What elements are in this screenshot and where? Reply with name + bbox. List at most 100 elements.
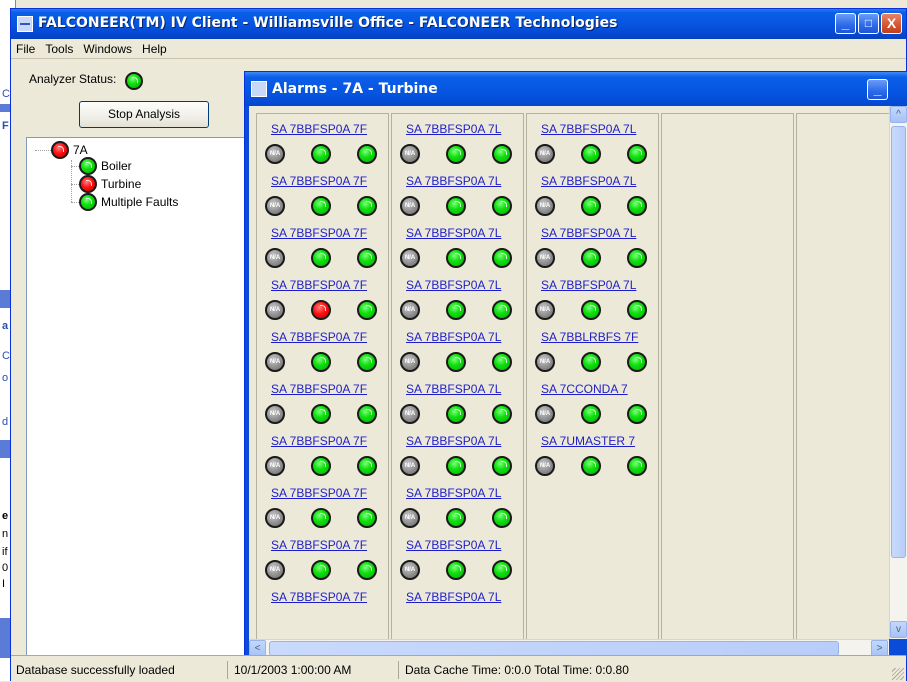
alarm-green-indicator[interactable] — [311, 352, 331, 372]
alarm-green-indicator[interactable] — [492, 352, 512, 372]
alarm-tag-link[interactable]: SA 7BBFSP0A 7L — [406, 538, 501, 552]
alarm-tag-link[interactable]: SA 7BBFSP0A 7L — [541, 278, 636, 292]
alarm-tag-link[interactable]: SA 7BBFSP0A 7F — [271, 278, 367, 292]
alarm-green-indicator[interactable] — [581, 456, 601, 476]
alarm-tag-link[interactable]: SA 7BBFSP0A 7F — [271, 226, 367, 240]
alarm-green-indicator[interactable] — [357, 196, 377, 216]
alarm-tag-link[interactable]: SA 7BBFSP0A 7F — [271, 122, 367, 136]
alarm-na-indicator[interactable]: N/A — [265, 508, 285, 528]
alarms-window-titlebar[interactable]: Alarms - 7A - Turbine _ — [245, 72, 907, 106]
alarm-na-indicator[interactable]: N/A — [535, 404, 555, 424]
window-titlebar[interactable]: FALCONEER(TM) IV Client - Williamsville … — [11, 9, 906, 39]
alarm-green-indicator[interactable] — [627, 456, 647, 476]
alarm-tag-link[interactable]: SA 7BBFSP0A 7L — [406, 122, 501, 136]
alarm-na-indicator[interactable]: N/A — [400, 248, 420, 268]
alarm-green-indicator[interactable] — [581, 300, 601, 320]
alarm-tag-link[interactable]: SA 7BBFSP0A 7L — [406, 278, 501, 292]
alarm-green-indicator[interactable] — [357, 560, 377, 580]
scroll-up-button[interactable]: ^ — [890, 106, 907, 123]
alarm-na-indicator[interactable]: N/A — [535, 456, 555, 476]
alarm-green-indicator[interactable] — [581, 196, 601, 216]
alarm-tag-link[interactable]: SA 7BBFSP0A 7L — [541, 226, 636, 240]
horizontal-scroll-thumb[interactable] — [269, 641, 839, 656]
alarm-green-indicator[interactable] — [581, 352, 601, 372]
alarm-red-indicator[interactable] — [311, 300, 331, 320]
alarm-green-indicator[interactable] — [492, 248, 512, 268]
alarm-green-indicator[interactable] — [492, 196, 512, 216]
alarm-green-indicator[interactable] — [627, 300, 647, 320]
alarm-tag-link[interactable]: SA 7UMASTER 7 — [541, 434, 635, 448]
alarm-green-indicator[interactable] — [627, 352, 647, 372]
vertical-scrollbar[interactable]: ^ v — [889, 106, 907, 639]
alarm-na-indicator[interactable]: N/A — [265, 196, 285, 216]
alarm-green-indicator[interactable] — [446, 508, 466, 528]
alarm-tag-link[interactable]: SA 7BBFSP0A 7F — [271, 330, 367, 344]
alarm-green-indicator[interactable] — [492, 560, 512, 580]
alarm-green-indicator[interactable] — [492, 508, 512, 528]
alarm-green-indicator[interactable] — [492, 300, 512, 320]
alarm-green-indicator[interactable] — [311, 404, 331, 424]
alarm-tag-link[interactable]: SA 7BBFSP0A 7L — [406, 434, 501, 448]
alarm-na-indicator[interactable]: N/A — [265, 404, 285, 424]
alarm-na-indicator[interactable]: N/A — [400, 404, 420, 424]
alarm-green-indicator[interactable] — [627, 404, 647, 424]
alarm-tag-link[interactable]: SA 7BBFSP0A 7L — [406, 226, 501, 240]
alarm-green-indicator[interactable] — [357, 508, 377, 528]
alarm-green-indicator[interactable] — [581, 144, 601, 164]
alarm-green-indicator[interactable] — [492, 144, 512, 164]
alarm-na-indicator[interactable]: N/A — [400, 456, 420, 476]
alarm-green-indicator[interactable] — [446, 196, 466, 216]
alarm-tag-link[interactable]: SA 7BBFSP0A 7L — [541, 174, 636, 188]
alarm-tag-link[interactable]: SA 7BBFSP0A 7L — [406, 330, 501, 344]
alarm-na-indicator[interactable]: N/A — [535, 352, 555, 372]
alarm-green-indicator[interactable] — [357, 456, 377, 476]
maximize-button[interactable]: □ — [858, 13, 879, 34]
alarm-na-indicator[interactable]: N/A — [265, 560, 285, 580]
alarm-tag-link[interactable]: SA 7CCONDA 7 — [541, 382, 628, 396]
vertical-scroll-thumb[interactable] — [891, 126, 906, 558]
close-button[interactable]: X — [881, 13, 902, 34]
alarm-green-indicator[interactable] — [446, 300, 466, 320]
menu-help[interactable]: Help — [137, 39, 172, 56]
alarm-tag-link[interactable]: SA 7BBLRBFS 7F — [541, 330, 638, 344]
alarm-green-indicator[interactable] — [627, 248, 647, 268]
minimize-button[interactable]: _ — [835, 13, 856, 34]
alarm-tag-link[interactable]: SA 7BBFSP0A 7F — [271, 174, 367, 188]
alarm-green-indicator[interactable] — [627, 144, 647, 164]
alarm-na-indicator[interactable]: N/A — [265, 248, 285, 268]
alarm-green-indicator[interactable] — [446, 352, 466, 372]
alarm-na-indicator[interactable]: N/A — [265, 352, 285, 372]
alarm-green-indicator[interactable] — [446, 560, 466, 580]
alarm-na-indicator[interactable]: N/A — [400, 144, 420, 164]
alarm-green-indicator[interactable] — [311, 196, 331, 216]
alarms-minimize-button[interactable]: _ — [867, 79, 888, 100]
alarm-na-indicator[interactable]: N/A — [535, 300, 555, 320]
alarm-tag-link[interactable]: SA 7BBFSP0A 7L — [406, 174, 501, 188]
alarm-na-indicator[interactable]: N/A — [400, 560, 420, 580]
alarm-green-indicator[interactable] — [492, 404, 512, 424]
menu-tools[interactable]: Tools — [40, 39, 78, 56]
alarm-green-indicator[interactable] — [311, 508, 331, 528]
alarm-tag-link[interactable]: SA 7BBFSP0A 7F — [271, 538, 367, 552]
alarm-tag-link[interactable]: SA 7BBFSP0A 7F — [271, 590, 367, 604]
alarm-na-indicator[interactable]: N/A — [535, 144, 555, 164]
alarm-green-indicator[interactable] — [492, 456, 512, 476]
alarm-green-indicator[interactable] — [627, 196, 647, 216]
alarm-tag-link[interactable]: SA 7BBFSP0A 7L — [406, 382, 501, 396]
alarm-na-indicator[interactable]: N/A — [265, 456, 285, 476]
alarm-na-indicator[interactable]: N/A — [265, 144, 285, 164]
alarm-na-indicator[interactable]: N/A — [400, 508, 420, 528]
alarm-tag-link[interactable]: SA 7BBFSP0A 7L — [406, 590, 501, 604]
alarm-tag-link[interactable]: SA 7BBFSP0A 7F — [271, 486, 367, 500]
alarm-green-indicator[interactable] — [581, 248, 601, 268]
alarm-tag-link[interactable]: SA 7BBFSP0A 7L — [406, 486, 501, 500]
alarm-na-indicator[interactable]: N/A — [265, 300, 285, 320]
alarm-tag-link[interactable]: SA 7BBFSP0A 7F — [271, 382, 367, 396]
alarm-green-indicator[interactable] — [311, 560, 331, 580]
alarm-na-indicator[interactable]: N/A — [535, 196, 555, 216]
stop-analysis-button[interactable]: Stop Analysis — [79, 101, 209, 128]
alarm-tag-link[interactable]: SA 7BBFSP0A 7F — [271, 434, 367, 448]
scroll-down-button[interactable]: v — [890, 621, 907, 638]
alarm-na-indicator[interactable]: N/A — [400, 196, 420, 216]
alarm-green-indicator[interactable] — [446, 456, 466, 476]
